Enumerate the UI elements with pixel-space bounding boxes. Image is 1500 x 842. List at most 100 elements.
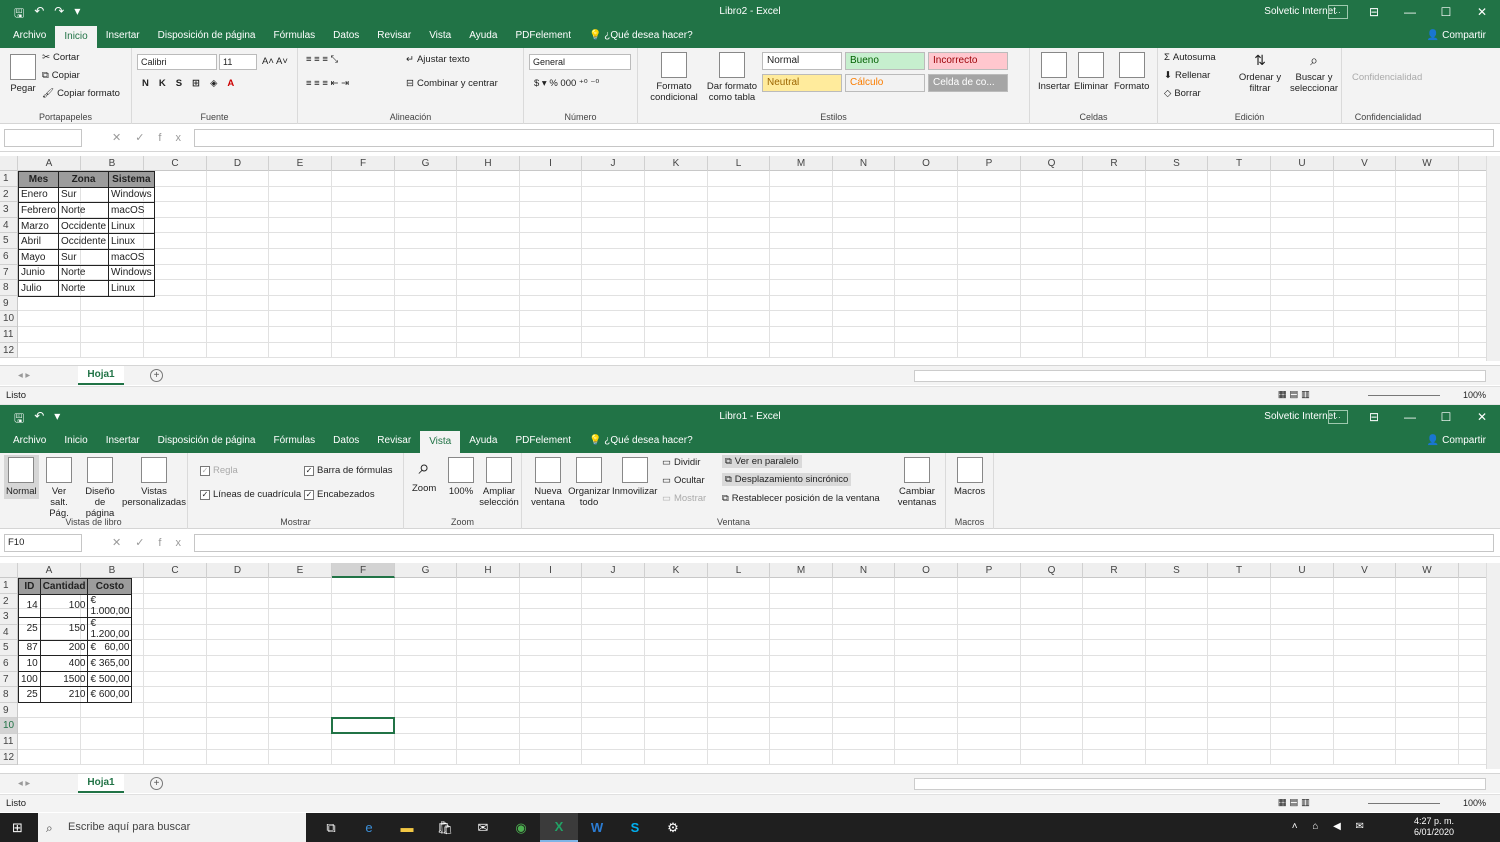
copy-button[interactable]: ⧉ Copiar (42, 70, 80, 81)
merge-center-button[interactable]: ⊟ Combinar y centrar (406, 78, 498, 89)
chrome-icon[interactable]: ◉ (502, 813, 540, 842)
formula-input[interactable] (194, 534, 1494, 552)
cut-button[interactable]: ✂ Cortar (42, 52, 79, 63)
row-header-7[interactable]: 7 (0, 265, 17, 281)
column-header-r[interactable]: R (1083, 563, 1146, 578)
tab-ayuda[interactable]: Ayuda (460, 24, 506, 48)
delete-cells-button[interactable]: Eliminar (1074, 52, 1108, 92)
cell[interactable]: 400 (39, 655, 89, 672)
column-header-n[interactable]: N (833, 156, 895, 171)
column-header-q[interactable]: Q (1021, 563, 1083, 578)
cell-style-6[interactable]: Celda de co... (928, 74, 1008, 92)
cell[interactable]: Linux (108, 280, 155, 297)
column-header-g[interactable]: G (395, 563, 457, 578)
row-header-6[interactable]: 6 (0, 249, 17, 265)
cell[interactable]: Occidente (58, 233, 110, 250)
font-grow-shrink[interactable]: A˄ A˅ (262, 56, 288, 67)
row-header-10[interactable]: 10 (0, 718, 17, 734)
row-header-4[interactable]: 4 (0, 218, 17, 234)
row-header-3[interactable]: 3 (0, 609, 17, 625)
tab-vista[interactable]: Vista (420, 431, 461, 453)
maximize-button[interactable]: ☐ (1428, 0, 1464, 24)
formula-buttons[interactable]: ✕✓fx (112, 131, 195, 144)
maximize-button[interactable]: ☐ (1428, 405, 1464, 429)
format-painter-button[interactable]: 🖌 Copiar formato (42, 88, 120, 99)
column-header-g[interactable]: G (395, 156, 457, 171)
cell[interactable]: Marzo (17, 217, 60, 235)
column-header-d[interactable]: D (207, 156, 269, 171)
tab-vista[interactable]: Vista (420, 24, 460, 48)
horizontal-scrollbar[interactable] (914, 778, 1486, 790)
cell-style-4[interactable]: Neutral (762, 74, 842, 92)
row-header-9[interactable]: 9 (0, 703, 17, 719)
name-box[interactable]: F10 (4, 534, 82, 552)
cell[interactable]: Norte (58, 264, 110, 282)
cell[interactable]: 100 (18, 670, 41, 688)
number-format-buttons[interactable]: $ ▾ % 000 ⁺⁰ ⁻⁰ (534, 78, 599, 89)
cell[interactable]: 10 (18, 655, 41, 672)
cell[interactable]: Mayo (17, 248, 60, 266)
column-header-v[interactable]: V (1334, 156, 1396, 171)
column-header-w[interactable]: W (1396, 563, 1459, 578)
zoom-slider[interactable] (1368, 803, 1440, 804)
row-header-9[interactable]: 9 (0, 296, 17, 312)
align-buttons[interactable]: ≡ ≡ ≡ ⇤ ⇥ (306, 78, 349, 89)
cell[interactable]: 25 (18, 686, 41, 703)
settings-icon[interactable]: ⚙ (654, 813, 692, 842)
sheet-nav-arrows[interactable]: ◂ ▸ (18, 778, 30, 789)
page-break-view-button[interactable]: Ver salt. Pág. (42, 457, 76, 519)
underline-icon[interactable]: S (176, 78, 182, 89)
close-button[interactable]: ✕ (1464, 405, 1500, 429)
row-header-11[interactable]: 11 (0, 734, 17, 750)
cell[interactable]: 200 (39, 639, 89, 657)
cell-style-1[interactable]: Normal (762, 52, 842, 70)
sort-filter-button[interactable]: ⇅ Ordenar y filtrar (1238, 52, 1282, 94)
border-icon[interactable]: ⊞ (192, 78, 200, 89)
currency-cell[interactable]: €365,00 (87, 655, 133, 672)
column-header-a[interactable]: A (18, 156, 81, 171)
column-header-f[interactable]: F (332, 563, 395, 578)
paste-button[interactable]: Pegar (10, 54, 36, 94)
hide-button[interactable]: ▭ Ocultar (662, 475, 705, 486)
column-header-p[interactable]: P (958, 156, 1021, 171)
cell[interactable]: Julio (17, 280, 60, 297)
column-header-r[interactable]: R (1083, 156, 1146, 171)
system-tray[interactable]: ˄ ⌂ ◀ ✉ (1292, 821, 1370, 832)
sheet-tab-hoja1[interactable]: Hoja1 (78, 366, 124, 385)
header-cell[interactable]: Cantidad (39, 578, 89, 595)
cell[interactable]: Norte (58, 202, 110, 219)
header-cell[interactable]: Zona (58, 171, 110, 188)
column-header-s[interactable]: S (1146, 563, 1208, 578)
minimize-button[interactable]: — (1392, 405, 1428, 429)
fill-button[interactable]: ⬇ Rellenar (1164, 70, 1210, 81)
data-table[interactable]: ID Cantidad Costo 14 100 €1.000,00 25 150 €1.200… (18, 578, 133, 703)
zoom-100-button[interactable]: 100% (448, 457, 474, 497)
row-header-1[interactable]: 1 (0, 578, 17, 594)
column-header-e[interactable]: E (269, 156, 332, 171)
tab-revisar[interactable]: Revisar (368, 429, 420, 453)
view-side-by-side-button[interactable]: ⧉ Ver en paralelo (722, 455, 802, 468)
normal-view-button[interactable]: Normal (4, 455, 39, 499)
user-badge-icon[interactable]: ·· (1328, 5, 1348, 19)
cell[interactable]: 150 (39, 616, 89, 641)
column-header-a[interactable]: A (18, 563, 81, 578)
view-buttons[interactable]: ▦ ▤ ▥ (1278, 389, 1310, 400)
column-header-d[interactable]: D (207, 563, 269, 578)
column-header-b[interactable]: B (81, 563, 144, 578)
cell[interactable]: Windows (108, 186, 155, 204)
column-header-m[interactable]: M (770, 563, 833, 578)
switch-windows-button[interactable]: Cambiar ventanas (894, 457, 940, 508)
formula-buttons[interactable]: ✕✓fx (112, 536, 195, 549)
row-header-6[interactable]: 6 (0, 656, 17, 672)
vertical-scrollbar[interactable] (1486, 156, 1500, 361)
cell[interactable]: Sur (58, 186, 110, 204)
macros-button[interactable]: Macros (954, 457, 985, 497)
header-cell[interactable]: Sistema (108, 171, 155, 188)
column-header-o[interactable]: O (895, 563, 958, 578)
currency-cell[interactable]: €1.200,00 (87, 616, 133, 641)
tab-disposicion[interactable]: Disposición de página (149, 429, 265, 453)
freeze-panes-button[interactable]: Inmovilizar (612, 457, 657, 497)
tab-archivo[interactable]: Archivo (4, 24, 55, 48)
task-view-icon[interactable]: ⧉ (312, 813, 350, 842)
minimize-button[interactable]: — (1392, 0, 1428, 24)
